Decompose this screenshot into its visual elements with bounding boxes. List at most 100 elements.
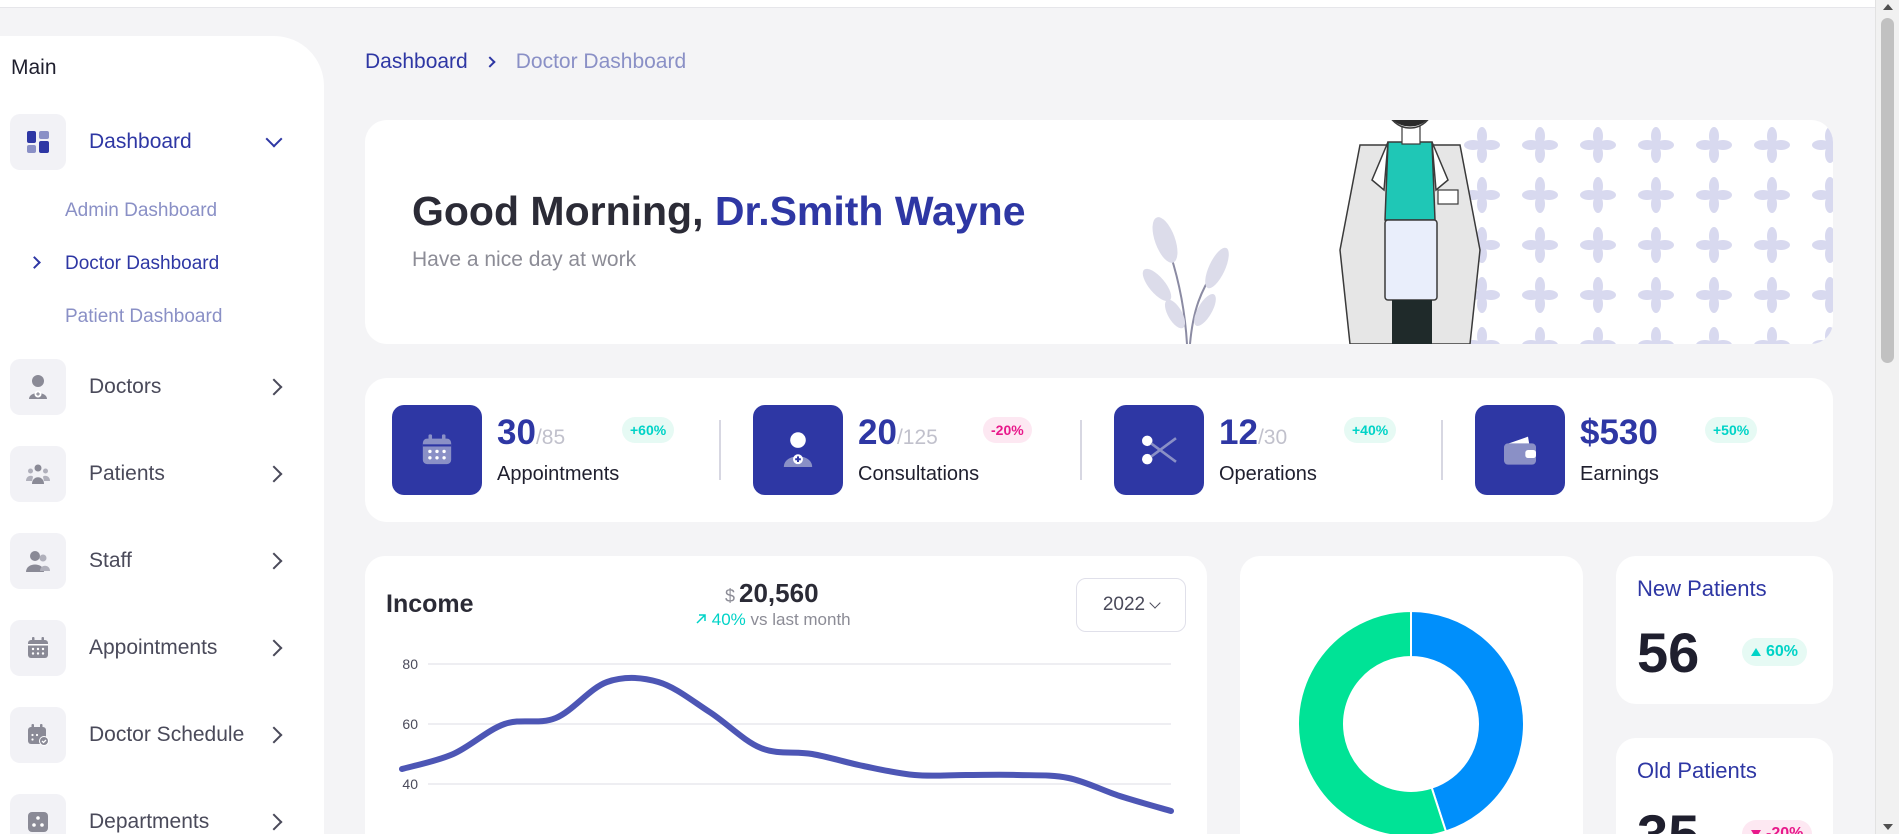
breadcrumb-dashboard-link[interactable]: Dashboard [365, 50, 468, 74]
sidebar-item-doctors[interactable]: Doctors [10, 359, 310, 415]
old-patients-value: 35 [1637, 802, 1699, 834]
chevron-right-icon [265, 378, 283, 396]
triangle-up-icon [1751, 648, 1761, 656]
sidebar-item-label: Appointments [89, 636, 218, 659]
y-tick-label: 40 [402, 776, 418, 792]
stat-total: /85 [535, 426, 566, 449]
arrow-up-right-icon [696, 614, 706, 624]
triangle-down-icon [1751, 830, 1761, 834]
stat-divider [1080, 420, 1082, 480]
stat-number: $530 [1580, 413, 1658, 452]
y-tick-label: 80 [402, 656, 418, 672]
stat-consultations: 20/125 Consultations -20% [753, 405, 1053, 495]
sidebar-section-title: Main [11, 56, 57, 79]
welcome-banner: Good Morning, Dr.Smith Wayne Have a nice… [365, 120, 1833, 344]
income-card: Income $20,560 40% vs last month 2022 80… [365, 556, 1207, 834]
chevron-right-icon [265, 552, 283, 570]
chevron-down-icon [265, 130, 283, 148]
chevron-right-icon [265, 465, 283, 483]
greeting-subtitle: Have a nice day at work [412, 248, 637, 271]
sidebar-subitem-doctor-dashboard[interactable]: Doctor Dashboard [65, 253, 219, 275]
stat-badge: +40% [1344, 417, 1397, 443]
stats-card: 30/85 Appointments +60% 20/125 Consultat… [365, 378, 1833, 522]
sidebar-item-patients[interactable]: Patients [10, 446, 310, 502]
stat-value: 20/125 [858, 413, 938, 453]
year-select[interactable]: 2022 [1076, 578, 1186, 632]
new-patients-badge: 60% [1742, 638, 1808, 666]
stat-appointments: 30/85 Appointments +60% [392, 405, 692, 495]
stat-divider [1441, 420, 1443, 480]
old-patients-badge-text: -20% [1766, 825, 1804, 834]
stat-number: 30 [497, 413, 536, 452]
stat-badge: -20% [983, 417, 1032, 443]
sidebar-item-appointments[interactable]: Appointments [10, 620, 310, 676]
income-trend: 40% vs last month [695, 610, 851, 630]
patients-icon [10, 446, 66, 502]
sidebar: Main Dashboard Admin Dashboard Doctor Da… [0, 36, 324, 834]
doctor-name: Dr.Smith Wayne [714, 188, 1026, 234]
year-select-value: 2022 [1102, 594, 1146, 615]
scroll-up-icon[interactable] [1883, 4, 1893, 10]
old-patients-title: Old Patients [1637, 758, 1757, 783]
income-chart: 80 60 40 [399, 656, 1174, 814]
income-trend-text: vs last month [745, 610, 851, 629]
sidebar-item-staff[interactable]: Staff [10, 533, 310, 589]
sidebar-item-departments[interactable]: Departments [10, 794, 310, 834]
doctor-icon [10, 359, 66, 415]
sidebar-item-label: Doctors [89, 375, 162, 398]
calendar-icon [10, 620, 66, 676]
stat-total: /30 [1257, 426, 1288, 449]
new-patients-card: New Patients 56 60% [1616, 556, 1833, 704]
sidebar-item-doctor-schedule[interactable]: Doctor Schedule [10, 707, 310, 763]
stat-earnings: $530 Earnings +50% [1475, 405, 1775, 495]
donut-card [1240, 556, 1583, 834]
income-amount: $20,560 [725, 578, 819, 609]
sidebar-item-label: Staff [89, 549, 132, 572]
stat-badge: +50% [1705, 417, 1758, 443]
stat-operations: 12/30 Operations +40% [1114, 405, 1414, 495]
old-patients-card: Old Patients 35 -20% [1616, 738, 1833, 834]
stat-label: Earnings [1580, 463, 1659, 485]
stat-divider [719, 420, 721, 480]
scroll-down-icon[interactable] [1883, 824, 1893, 830]
old-patients-badge: -20% [1742, 820, 1813, 834]
chevron-right-icon [265, 813, 283, 831]
chevron-down-icon [1149, 597, 1161, 609]
currency-symbol: $ [725, 586, 736, 606]
calendar-icon [392, 405, 482, 495]
scissors-icon [1114, 405, 1204, 495]
greeting-heading: Good Morning, Dr.Smith Wayne [412, 188, 1026, 235]
page-scrollbar[interactable] [1875, 0, 1899, 834]
stat-value: 30/85 [497, 413, 565, 453]
sidebar-item-label: Dashboard [89, 130, 192, 153]
sidebar-subitem-admin-dashboard[interactable]: Admin Dashboard [65, 200, 217, 222]
consultation-icon [753, 405, 843, 495]
stat-badge: +60% [622, 417, 675, 443]
greeting-text: Good Morning, [412, 188, 715, 234]
scroll-thumb[interactable] [1881, 18, 1894, 363]
top-bar [0, 0, 1875, 8]
y-tick-label: 60 [402, 716, 418, 732]
new-patients-title: New Patients [1637, 576, 1767, 601]
sidebar-item-label: Doctor Schedule [89, 723, 245, 746]
decorative-pattern [1453, 120, 1833, 344]
new-patients-badge-text: 60% [1766, 643, 1799, 660]
sidebar-item-label: Departments [89, 810, 210, 833]
sidebar-subitem-patient-dashboard[interactable]: Patient Dashboard [65, 306, 222, 328]
breadcrumb-current: Doctor Dashboard [515, 50, 687, 73]
income-title: Income [386, 590, 474, 618]
stat-label: Consultations [858, 463, 980, 485]
stat-number: 12 [1219, 413, 1258, 452]
patients-donut-chart [1297, 609, 1525, 834]
stat-label: Operations [1219, 463, 1317, 485]
stat-value: $530 [1580, 413, 1658, 453]
sidebar-item-dashboard[interactable]: Dashboard [10, 114, 310, 170]
stat-label: Appointments [497, 463, 620, 485]
sidebar-item-label: Patients [89, 462, 165, 485]
chevron-right-icon [265, 726, 283, 744]
income-amount-value: 20,560 [739, 578, 819, 608]
dashboard-icon [10, 114, 66, 170]
stat-value: 12/30 [1219, 413, 1287, 453]
departments-icon [10, 794, 66, 834]
staff-icon [10, 533, 66, 589]
